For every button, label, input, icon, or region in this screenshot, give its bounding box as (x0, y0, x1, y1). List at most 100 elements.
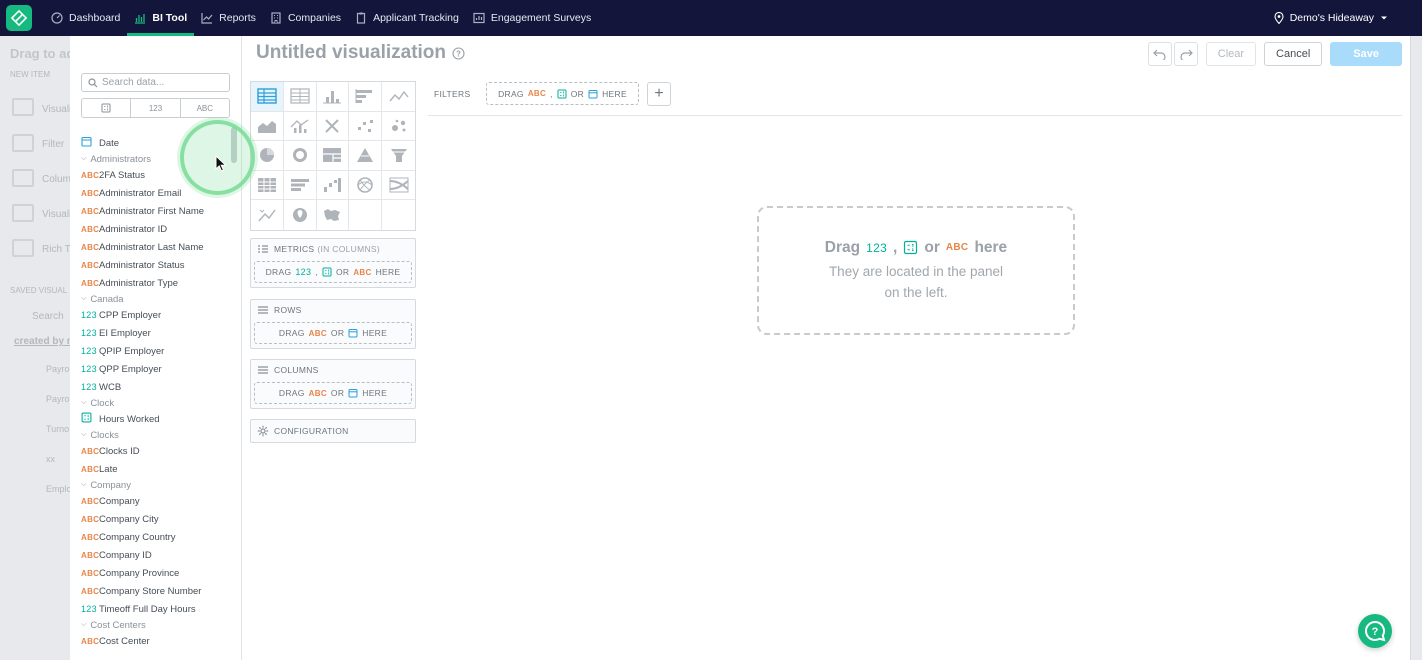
list-item[interactable]: ABC Administrator Type (81, 274, 229, 292)
list-group-label: Clocks (90, 429, 119, 441)
viz-type-line-chart[interactable] (382, 82, 415, 112)
bg-saved-item: Payrol (46, 394, 72, 404)
viz-type-scatter[interactable] (349, 111, 383, 142)
bg-saved-item: Turno (46, 424, 70, 434)
list-item[interactable]: ABC Company City (81, 510, 229, 528)
add-filter-button[interactable]: + (647, 82, 671, 106)
save-button[interactable]: Save (1330, 42, 1402, 66)
viz-type-area-chart[interactable] (251, 111, 284, 142)
viz-type-donut[interactable] (283, 141, 317, 171)
list-group-label: Canada (90, 293, 124, 305)
cancel-button[interactable]: Cancel (1264, 42, 1323, 66)
viz-type-sankey[interactable] (382, 171, 415, 201)
viz-type-funnel[interactable] (382, 141, 415, 171)
list-group-header[interactable]: ⌵ Clocks (81, 428, 229, 442)
list-group-header[interactable]: ⌵ Clock (81, 396, 229, 410)
plus-icon: + (654, 85, 664, 102)
viz-type-repeater[interactable] (251, 200, 284, 230)
viz-type-geo-area[interactable] (317, 200, 350, 230)
viz-type-pie[interactable] (251, 141, 284, 171)
columns-drop-zone[interactable]: DRAG ABC OR HERE (254, 382, 412, 404)
configuration-section[interactable]: CONFIGURATION (250, 419, 416, 443)
list-item[interactable]: 123 CPP Employer (81, 306, 229, 324)
list-item[interactable]: 123 EI Employer (81, 324, 229, 342)
list-group-header[interactable]: ⌵ Cost Centers (81, 618, 229, 632)
type-tab-calculated[interactable] (82, 99, 130, 117)
redo-button[interactable] (1173, 42, 1198, 66)
viz-type-treemap[interactable] (316, 141, 350, 171)
list-item[interactable]: ABC Administrator First Name (81, 202, 229, 220)
list-item[interactable]: ABC Cost Center (81, 632, 229, 650)
clear-button[interactable]: Clear (1205, 42, 1257, 66)
bg-item: Visuali (42, 209, 72, 220)
list-item[interactable]: 123 Timeoff Full Day Hours (81, 600, 229, 618)
list-item[interactable]: 123 QPIP Employer (81, 342, 229, 360)
list-item-label: Clocks ID (99, 445, 140, 457)
text-tag: ABC (527, 89, 547, 98)
canvas-drag-text: Drag (824, 238, 861, 256)
text-type-tag: ABC (81, 464, 100, 474)
dependency-wheel-icon (355, 177, 375, 193)
building-icon (271, 12, 281, 24)
calculator-icon (904, 240, 918, 255)
text-tag: ABC (308, 328, 327, 338)
nav-reports[interactable]: Reports (194, 0, 263, 36)
repeater-icon (257, 207, 277, 223)
viz-type-pivot[interactable] (283, 82, 317, 112)
list-group-header[interactable]: ⌵ Canada (81, 292, 229, 306)
filter-drop-zone[interactable]: DRAG ABC, OR HERE (486, 82, 639, 105)
list-group-header[interactable]: ⌵ Company (81, 478, 229, 492)
viz-type-column-chart[interactable] (316, 82, 350, 112)
nav-bi-tool[interactable]: BI Tool (127, 0, 194, 36)
list-item[interactable]: ABC Company Store Number (81, 582, 229, 600)
list-item-label: Company Province (99, 567, 180, 579)
list-item[interactable]: Hours Worked (81, 410, 229, 428)
nav-engagement-surveys[interactable]: Engagement Surveys (466, 0, 598, 36)
visualization-title[interactable]: Untitled visualization ? (256, 42, 465, 64)
list-item-label: Company (99, 495, 140, 507)
help-icon[interactable]: ? (452, 46, 465, 60)
list-item[interactable]: 123 QPP Employer (81, 360, 229, 378)
location-selector[interactable]: Demo's Hideaway (1274, 0, 1388, 36)
viz-type-headline[interactable] (316, 111, 350, 142)
viz-type-waterfall[interactable] (316, 170, 350, 201)
list-item[interactable]: ABC Company (81, 492, 229, 510)
page-scrollbar[interactable] (1410, 36, 1422, 660)
search-data-input[interactable]: Search data... (81, 73, 230, 92)
numeric-tag: 123 (866, 240, 888, 255)
metrics-drop-zone[interactable]: DRAG 123, OR ABC HERE (254, 261, 412, 283)
undo-button[interactable] (1147, 42, 1172, 66)
viz-type-geo-pushpin[interactable] (284, 200, 317, 230)
text-tag: ABC (945, 242, 969, 253)
list-item[interactable]: 123 WCB (81, 378, 229, 396)
viz-type-bubble[interactable] (382, 112, 415, 142)
list-item[interactable]: ABC Administrator Last Name (81, 238, 229, 256)
data-item-list: Date ⌵ Administrators ABC 2FA Status ABC Admi… (81, 134, 229, 660)
viz-type-bar-chart[interactable] (349, 82, 383, 112)
viz-type-bullet[interactable] (283, 170, 317, 201)
nav-companies[interactable]: Companies (263, 0, 348, 36)
rows-drop-zone[interactable]: DRAG ABC OR HERE (254, 322, 412, 344)
viz-type-combo-chart[interactable] (283, 111, 317, 142)
list-item[interactable]: ABC Company Country (81, 528, 229, 546)
viz-type-heatmap[interactable] (251, 170, 284, 201)
visualization-drop-canvas[interactable]: Drag 123, or ABC here They are located i… (757, 206, 1075, 335)
viz-type-table[interactable] (251, 82, 284, 112)
list-item[interactable]: ABC Company Province (81, 564, 229, 582)
list-item-label: Company Store Number (99, 585, 202, 597)
list-item[interactable]: ABC Clocks ID (81, 442, 229, 460)
nav-applicant-tracking[interactable]: Applicant Tracking (348, 0, 466, 36)
viz-type-pyramid[interactable] (349, 141, 383, 171)
list-item[interactable]: ABC Late (81, 460, 229, 478)
columns-header: COLUMNS (251, 360, 415, 380)
app-logo[interactable] (6, 5, 32, 31)
list-item[interactable]: ABC Administrator Status (81, 256, 229, 274)
type-tab-numeric[interactable]: 123 (130, 99, 179, 117)
nav-dashboard[interactable]: Dashboard (44, 0, 127, 36)
data-list-scrollbar[interactable] (230, 125, 238, 660)
list-item[interactable]: ABC Administrator ID (81, 220, 229, 238)
help-chat-button[interactable]: ? (1358, 614, 1392, 648)
viz-type-dependency-wheel[interactable] (349, 170, 383, 201)
type-tab-text[interactable]: ABC (179, 99, 229, 117)
list-item[interactable]: ABC Company ID (81, 546, 229, 564)
